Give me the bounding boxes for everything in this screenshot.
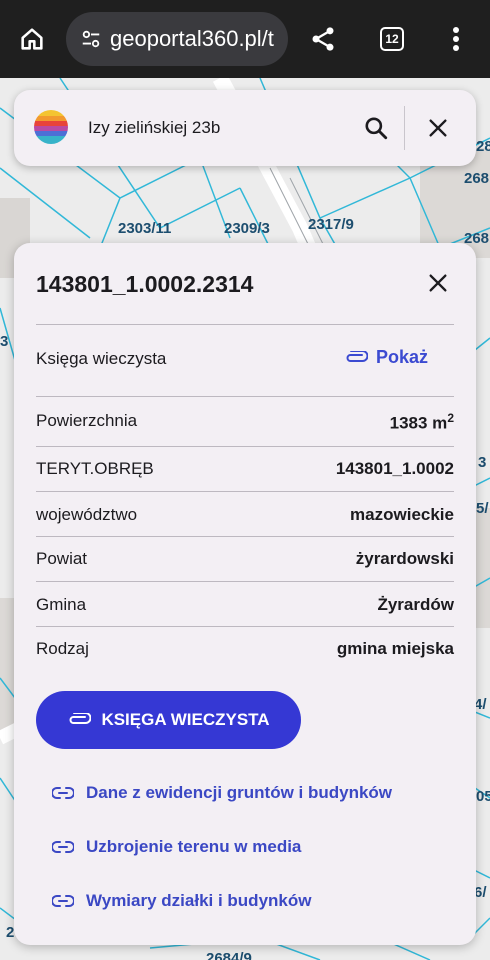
teryt-label: TERYT.OBRĘB bbox=[36, 459, 154, 478]
utilities-link[interactable]: Uzbrojenie terenu w media bbox=[52, 837, 301, 857]
more-menu-icon[interactable] bbox=[436, 14, 476, 64]
divider bbox=[36, 396, 454, 397]
divider bbox=[36, 536, 454, 537]
parcel-details-panel: 143801_1.0002.2314 Księga wieczysta Poka… bbox=[14, 243, 476, 945]
land-records-link-label: Dane z ewidencji gruntów i budynków bbox=[86, 783, 393, 802]
home-icon[interactable] bbox=[12, 14, 52, 64]
divider bbox=[36, 324, 454, 325]
map-parcel-label: 2317/9 bbox=[308, 216, 354, 233]
close-panel-icon[interactable] bbox=[420, 265, 456, 301]
map-parcel-label: 2684/9 bbox=[206, 950, 252, 960]
land-register-button-label: KSIĘGA WIECZYSTA bbox=[101, 710, 270, 729]
map-parcel-label: 5/ bbox=[476, 500, 489, 517]
search-bar: Izy zielińskiej 23b bbox=[14, 90, 476, 166]
area-value: 1383 m2 bbox=[390, 411, 454, 434]
geoportal-logo-icon bbox=[34, 110, 68, 144]
divider bbox=[36, 446, 454, 447]
map-parcel-label: 05 bbox=[476, 788, 490, 805]
type-value: gmina miejska bbox=[336, 639, 454, 658]
search-icon[interactable] bbox=[356, 108, 396, 148]
land-register-button[interactable]: KSIĘGA WIECZYSTA bbox=[36, 691, 301, 749]
show-link-label: Pokaż bbox=[376, 347, 429, 367]
link-icon bbox=[52, 787, 74, 799]
tab-switcher-button[interactable]: 12 bbox=[380, 27, 404, 51]
area-unit-sup: 2 bbox=[447, 411, 454, 425]
map-parcel-label: 3 bbox=[478, 454, 487, 471]
close-icon[interactable] bbox=[418, 108, 458, 148]
dimensions-link[interactable]: Wymiary działki i budynków bbox=[52, 891, 311, 911]
parcel-id-title: 143801_1.0002.2314 bbox=[36, 271, 254, 297]
county-label: Powiat bbox=[36, 549, 88, 568]
teryt-value: 143801_1.0002 bbox=[335, 459, 454, 478]
address-bar[interactable]: geoportal360.pl/t bbox=[66, 12, 288, 66]
dimensions-link-label: Wymiary działki i budynków bbox=[86, 891, 312, 910]
paperclip-icon bbox=[67, 713, 92, 727]
divider bbox=[36, 626, 454, 627]
voivodeship-label: województwo bbox=[36, 505, 138, 524]
divider bbox=[36, 581, 454, 582]
area-value-text: 1383 m bbox=[389, 413, 448, 433]
type-label: Rodzaj bbox=[36, 639, 89, 658]
url-text: geoportal360.pl/t bbox=[110, 26, 274, 51]
link-icon bbox=[52, 895, 74, 907]
divider bbox=[36, 491, 454, 492]
municipality-value: Żyrardów bbox=[377, 595, 454, 614]
land-records-link[interactable]: Dane z ewidencji gruntów i budynków bbox=[52, 783, 392, 803]
utilities-link-label: Uzbrojenie terenu w media bbox=[86, 837, 302, 856]
map-parcel-label: 28 bbox=[476, 138, 490, 155]
voivodeship-value: mazowieckie bbox=[350, 505, 454, 524]
county-value: żyrardowski bbox=[355, 549, 454, 568]
map-parcel-label: 2309/3 bbox=[224, 220, 270, 237]
search-input[interactable]: Izy zielińskiej 23b bbox=[88, 118, 220, 138]
map-parcel-label: 3 bbox=[0, 333, 9, 350]
link-icon bbox=[52, 841, 74, 853]
land-register-show-link[interactable]: Pokaż bbox=[344, 347, 428, 368]
area-label: Powierzchnia bbox=[36, 411, 138, 430]
paperclip-icon bbox=[344, 350, 368, 365]
browser-toolbar: geoportal360.pl/t 12 bbox=[0, 0, 490, 78]
map-parcel-label: 268 bbox=[464, 170, 490, 187]
site-settings-icon[interactable] bbox=[80, 28, 102, 50]
share-icon[interactable] bbox=[303, 14, 343, 64]
municipality-label: Gmina bbox=[36, 595, 87, 614]
land-register-label: Księga wieczysta bbox=[36, 349, 167, 368]
search-divider bbox=[404, 106, 405, 150]
map-parcel-label: 2303/11 bbox=[118, 220, 172, 237]
